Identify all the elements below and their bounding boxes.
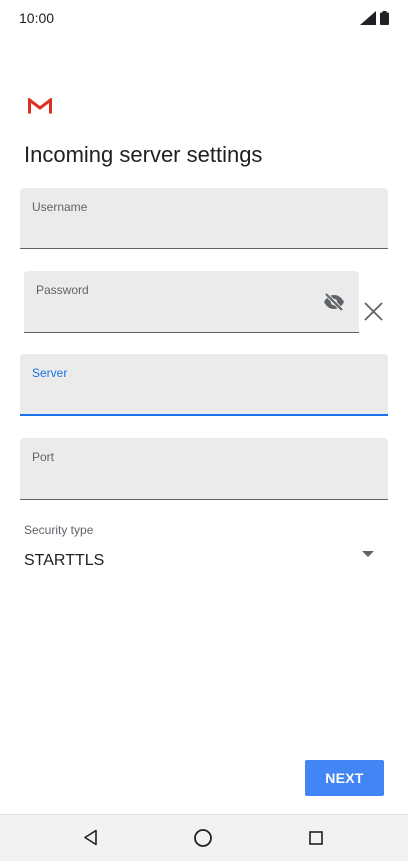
back-icon[interactable]: [83, 829, 98, 846]
battery-icon: [380, 11, 389, 25]
server-field[interactable]: Server: [20, 354, 388, 416]
password-field[interactable]: Password: [24, 271, 359, 333]
status-icons: [360, 11, 389, 25]
gmail-logo: [28, 98, 52, 114]
next-button[interactable]: NEXT: [305, 760, 384, 796]
page-title: Incoming server settings: [24, 142, 263, 167]
username-label: Username: [32, 200, 88, 214]
signal-icon: [360, 11, 376, 25]
visibility-off-icon[interactable]: [323, 292, 345, 312]
server-label: Server: [32, 366, 68, 380]
password-label: Password: [36, 283, 89, 297]
username-field[interactable]: Username: [20, 188, 388, 249]
navigation-bar: [0, 814, 408, 861]
security-type-label: Security type: [24, 523, 94, 537]
port-label: Port: [32, 450, 55, 464]
status-time: 10:00: [19, 10, 55, 26]
home-icon[interactable]: [193, 828, 213, 848]
dropdown-arrow-icon[interactable]: [362, 551, 374, 558]
clear-icon[interactable]: [364, 302, 383, 321]
recents-icon[interactable]: [309, 831, 323, 845]
port-field[interactable]: Port: [20, 438, 388, 500]
security-type-select[interactable]: STARTTLS: [24, 552, 104, 570]
status-bar: 10:00: [0, 0, 408, 36]
